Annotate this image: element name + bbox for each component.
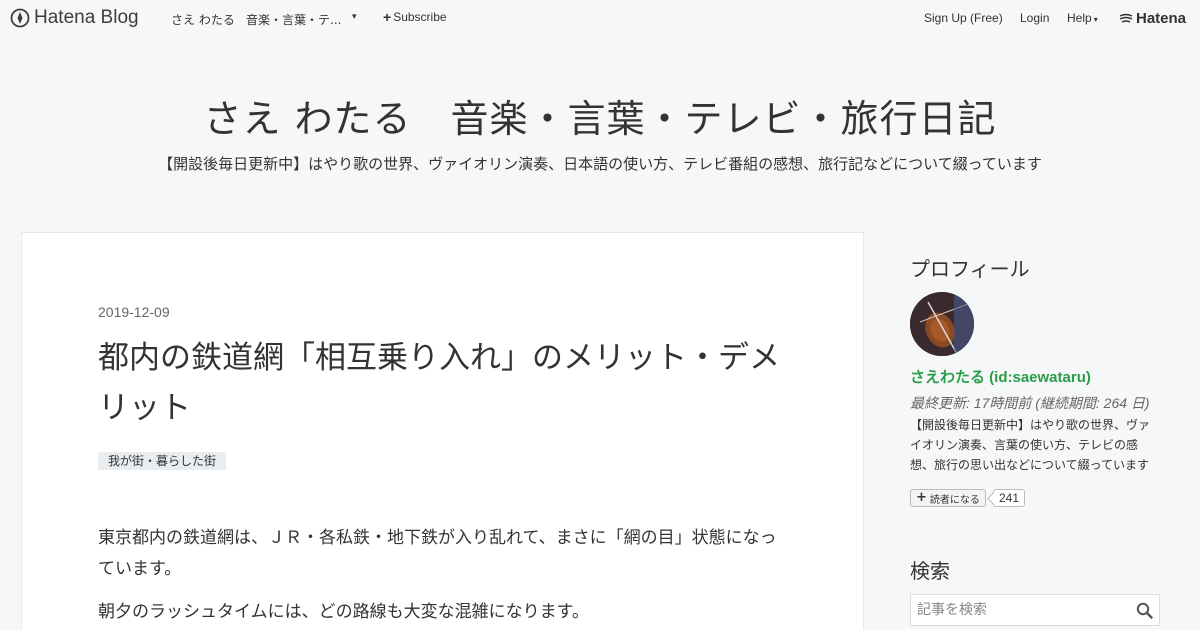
nav-blog-title[interactable]: 音楽・言葉・テ... — [246, 11, 341, 28]
help-menu[interactable]: Help ▾ — [1067, 11, 1098, 25]
avatar[interactable] — [910, 292, 974, 356]
profile-last-updated: 最終更新: 17時間前 (継続期間: 264 日) — [910, 395, 1150, 411]
become-reader-button[interactable]: + 読者になる — [910, 489, 986, 507]
blog-description: 【開設後毎日更新中】はやり歌の世界、ヴァイオリン演奏、日本語の使い方、テレビ番組… — [158, 155, 1042, 173]
entry-category-tag[interactable]: 我が街・暮らした街 — [98, 452, 227, 470]
reader-count-badge[interactable]: 241 — [993, 489, 1026, 507]
login-link[interactable]: Login — [1020, 11, 1049, 25]
top-bar: Hatena Blog さえ わたる 音楽・言葉・テ... ▾ + Subscr… — [0, 0, 1200, 36]
search-input[interactable] — [917, 602, 1127, 618]
profile-heading: プロフィール — [910, 257, 1030, 281]
entry-paragraph: 東京都内の鉄道網は、ＪＲ・各私鉄・地下鉄が入り乱れて、まさに「網の目」状態になっ… — [98, 528, 777, 579]
hatena-lines-icon — [1119, 13, 1133, 23]
hatena-logo-text: Hatena — [1136, 10, 1187, 27]
search-box — [910, 594, 1160, 626]
hatena-blog-pen-icon — [10, 8, 30, 28]
entry-body: 東京都内の鉄道網は、ＪＲ・各私鉄・地下鉄が入り乱れて、まさに「網の目」状態になっ… — [98, 523, 788, 630]
become-reader-label: 読者になる — [929, 494, 980, 506]
violin-avatar-image — [910, 292, 974, 356]
entry-title[interactable]: 都内の鉄道網「相互乗り入れ」のメリット・デメリット — [98, 333, 798, 433]
plus-icon: + — [916, 490, 927, 505]
plus-icon: + — [383, 9, 392, 25]
profile-name[interactable]: さえわたる (id:saewataru) — [910, 366, 1091, 387]
search-icon[interactable] — [1136, 602, 1153, 619]
subscribe-label: Subscribe — [393, 10, 447, 24]
entry-paragraph: 朝夕のラッシュタイムには、どの路線も大変な混雑になります。 — [98, 602, 589, 622]
entry-date[interactable]: 2019-12-09 — [98, 304, 170, 320]
entry-card: 2019-12-09 都内の鉄道網「相互乗り入れ」のメリット・デメリット 我が街… — [21, 232, 864, 630]
chevron-down-icon: ▾ — [1093, 15, 1098, 24]
hatena-blog-logo-text: Hatena Blog — [34, 7, 139, 28]
signup-link[interactable]: Sign Up (Free) — [924, 11, 1003, 25]
blog-title[interactable]: さえ わたる 音楽・言葉・テレビ・旅行日記 — [0, 88, 1200, 143]
subscribe-button[interactable]: + Subscribe — [383, 10, 447, 24]
help-label: Help — [1067, 11, 1092, 25]
nav-blog-name[interactable]: さえ わたる — [171, 11, 235, 28]
profile-description: 【開設後毎日更新中】はやり歌の世界、ヴァイオリン演奏、言葉の使い方、テレビの感想… — [910, 418, 1151, 472]
chevron-down-icon[interactable]: ▾ — [352, 12, 357, 22]
hatena-blog-logo[interactable]: Hatena Blog — [10, 7, 139, 29]
hatena-logo[interactable]: Hatena — [1119, 10, 1186, 27]
search-heading: 検索 — [910, 559, 950, 583]
